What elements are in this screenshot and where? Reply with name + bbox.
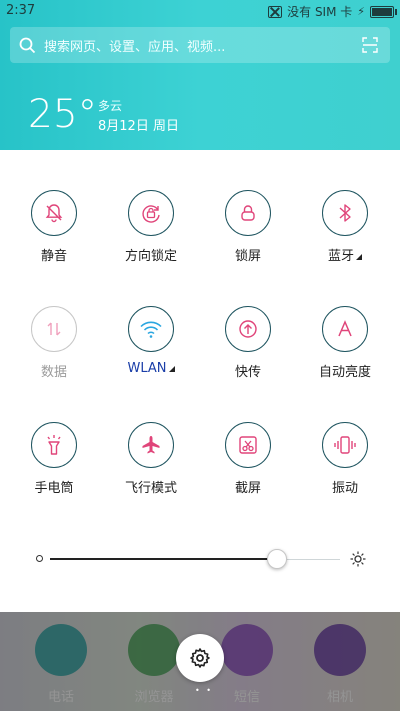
weather-date: 8月12日 周日 [98,119,179,134]
scan-icon[interactable] [362,37,378,53]
toggle-airplane-mode[interactable]: 飞行模式 [106,422,196,496]
expand-menu-icon[interactable] [356,254,362,260]
toggle-label: 手电筒 [34,481,74,496]
toggle-quick-transfer[interactable]: 快传 [203,306,293,380]
toggle-circle[interactable] [128,306,174,352]
toggle-label: 静音 [40,249,67,264]
status-bar: 2:37 没有 SIM 卡 ⚡ [0,0,400,22]
mobile-data-icon [47,322,61,336]
search-icon [19,37,36,53]
no-sim-icon [268,5,283,18]
toggle-vibrate[interactable]: 振动 [300,422,390,496]
settings-button[interactable] [176,634,224,682]
lock-icon [241,205,255,221]
toggle-circle[interactable] [128,422,174,468]
status-time: 2:37 [6,3,36,18]
toggle-mute[interactable]: 静音 [9,190,99,264]
vibrate-icon [334,436,356,454]
toggle-circle[interactable] [322,190,368,236]
toggle-circle[interactable] [225,190,271,236]
toggle-circle[interactable] [225,422,271,468]
toggle-circle[interactable] [31,190,77,236]
flashlight-icon [47,435,61,455]
toggle-label: 锁屏 [234,249,261,264]
bluetooth-label: 蓝牙 [327,249,354,264]
slider-fill [50,558,277,560]
toggle-flashlight[interactable]: 手电筒 [9,422,99,496]
search-placeholder: 搜索网页、设置、应用、视频... [44,39,226,55]
toggle-label: 方向锁定 [124,249,177,264]
toggle-label: 蓝牙 [300,245,390,264]
status-indicators: 没有 SIM 卡 ⚡ [268,3,397,20]
toggle-circle[interactable] [31,422,77,468]
sim-status-text: 没有 SIM 卡 [287,5,353,19]
wlan-label: WLAN [127,361,167,376]
wifi-icon [140,321,162,338]
screenshot-icon [239,436,257,454]
toggle-label: 截屏 [234,481,261,496]
auto-brightness-icon [338,320,352,337]
brightness-high-icon [350,551,366,567]
bell-off-icon [45,204,63,223]
toggle-wlan[interactable]: WLAN [106,306,196,376]
bluetooth-icon [339,204,351,222]
brightness-low-icon [36,555,43,562]
brightness-slider[interactable] [32,545,372,573]
gear-icon [190,648,210,668]
charging-icon: ⚡ [357,5,365,18]
battery-icon [370,5,397,18]
page-indicator: • • [195,686,213,695]
toggle-circle[interactable] [128,190,174,236]
toggle-circle[interactable] [322,422,368,468]
toggle-label: 快传 [234,365,261,380]
toggle-auto-brightness[interactable]: 自动亮度 [300,306,390,380]
rotation-lock-icon [142,205,160,223]
toggle-screenshot[interactable]: 截屏 [203,422,293,496]
toggle-label: 振动 [331,481,358,496]
toggle-bluetooth[interactable]: 蓝牙 [300,190,390,264]
airplane-icon [142,436,160,454]
toggle-circle[interactable] [31,306,77,352]
toggle-circle[interactable] [322,306,368,352]
toggle-circle[interactable] [225,306,271,352]
toggle-rotation-lock[interactable]: 方向锁定 [106,190,196,264]
expand-menu-icon[interactable] [168,366,175,372]
quick-transfer-icon [239,320,257,338]
toggle-lock-screen[interactable]: 锁屏 [203,190,293,264]
toggle-label: WLAN [106,361,196,376]
slider-knob[interactable] [267,549,288,569]
toggle-label: 飞行模式 [124,481,177,496]
toggle-mobile-data[interactable]: 数据 [9,306,99,380]
weather-condition: 多云 [98,99,123,113]
toggle-label: 数据 [40,365,67,380]
toggle-label: 自动亮度 [318,365,371,380]
notification-header: 2:37 没有 SIM 卡 ⚡ 搜索网页、设置、应用、视频... 25° 多云 … [0,0,400,150]
temperature: 25° [28,92,98,137]
search-bar[interactable]: 搜索网页、设置、应用、视频... [10,27,390,63]
